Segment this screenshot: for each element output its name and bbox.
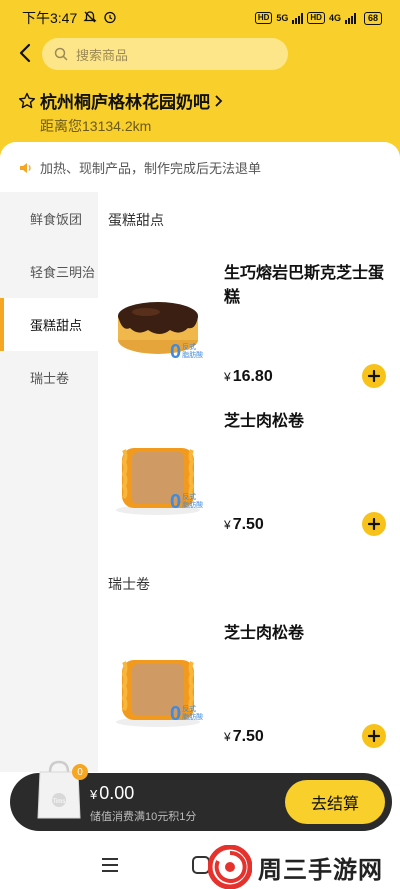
signal-icon	[292, 12, 304, 24]
mute-icon	[83, 10, 97, 27]
checkout-button[interactable]: 去结算	[285, 780, 385, 824]
category-label: 鲜食饭团	[30, 212, 83, 227]
section-title-swiss-roll: 瑞士卷	[108, 576, 150, 592]
product-image-floss-roll	[116, 660, 200, 727]
category-item-swiss-roll[interactable]: 瑞士卷	[0, 351, 98, 404]
search-input[interactable]: 搜索商品	[42, 38, 288, 70]
product-card[interactable]: 0 反式 脂肪酸 芝士肉松卷 ¥7.50	[98, 612, 400, 762]
add-to-cart-button[interactable]	[362, 512, 386, 536]
add-to-cart-button[interactable]	[362, 364, 386, 388]
hd-badge: HD	[254, 12, 273, 24]
cart-points-note: 储值消费满10元积1分	[90, 811, 197, 823]
plus-icon	[367, 729, 381, 743]
category-label: 轻食三明治	[30, 265, 96, 280]
bag-logo: Tims	[53, 799, 66, 805]
watermark-text: 周三手游网	[258, 856, 383, 884]
trans-fat-badge: 0 反式 脂肪酸	[170, 703, 204, 725]
watermark: 周三手游网	[208, 845, 383, 889]
speaker-icon	[20, 162, 31, 173]
product-price: ¥7.50	[224, 516, 264, 533]
watermark-logo-icon	[208, 845, 252, 889]
product-card[interactable]: 0 反式 脂肪酸 芝士肉松卷 ¥7.50	[98, 400, 400, 550]
store-distance: 距离您13134.2km	[40, 118, 152, 134]
add-to-cart-button[interactable]	[362, 724, 386, 748]
product-price: ¥7.50	[224, 728, 264, 745]
back-button[interactable]	[14, 40, 36, 66]
network-4g: 4G	[328, 13, 341, 23]
signal-icon-2	[344, 12, 356, 24]
store-name: 杭州桐庐格林花园奶吧	[40, 93, 210, 112]
chevron-right-icon	[215, 94, 223, 107]
search-placeholder: 搜索商品	[76, 47, 129, 63]
product-name: 生巧熔岩巴斯克芝士蛋糕	[224, 265, 385, 306]
status-bar: 下午3:47 HD 5G HD 4G 68	[0, 0, 400, 36]
product-image-floss-roll	[116, 448, 200, 515]
notice-bar: 加热、现制产品，制作完成后无法退单	[18, 158, 261, 177]
product-name: 芝士肉松卷	[224, 413, 305, 430]
product-name: 芝士肉松卷	[224, 625, 305, 642]
hd-badge-2: HD	[307, 12, 325, 24]
trans-fat-badge: 0 反式 脂肪酸	[170, 491, 204, 513]
network-5g: 5G	[276, 13, 289, 23]
product-card[interactable]: 0 反式 脂肪酸 生巧熔岩巴斯克芝士蛋糕 ¥16.80	[98, 250, 400, 400]
cart-count-badge: 0	[72, 764, 88, 780]
status-time: 下午3:47	[22, 10, 78, 26]
category-label: 瑞士卷	[30, 371, 70, 386]
trans-fat-badge: 0 反式 脂肪酸	[170, 341, 204, 363]
alarm-icon	[103, 10, 117, 27]
category-item-sandwich[interactable]: 轻食三明治	[0, 245, 98, 298]
battery-indicator: 68	[363, 11, 382, 25]
menu-icon[interactable]	[102, 858, 118, 872]
store-selector[interactable]: 杭州桐庐格林花园奶吧	[18, 88, 224, 113]
plus-icon	[367, 517, 381, 531]
search-icon	[54, 47, 68, 61]
section-title-cake: 蛋糕甜点	[108, 212, 164, 228]
product-price: ¥16.80	[224, 368, 273, 385]
plus-icon	[367, 369, 381, 383]
category-sidebar: 鲜食饭团 轻食三明治 蛋糕甜点 瑞士卷	[0, 192, 98, 772]
star-icon	[18, 92, 36, 108]
notice-text: 加热、现制产品，制作完成后无法退单	[40, 161, 262, 176]
category-label: 蛋糕甜点	[30, 318, 83, 333]
category-item-rice-balls[interactable]: 鲜食饭团	[0, 192, 98, 245]
back-arrow-icon	[19, 43, 31, 63]
category-item-cake[interactable]: 蛋糕甜点	[0, 298, 98, 351]
cart-total: ¥0.00	[90, 783, 135, 803]
